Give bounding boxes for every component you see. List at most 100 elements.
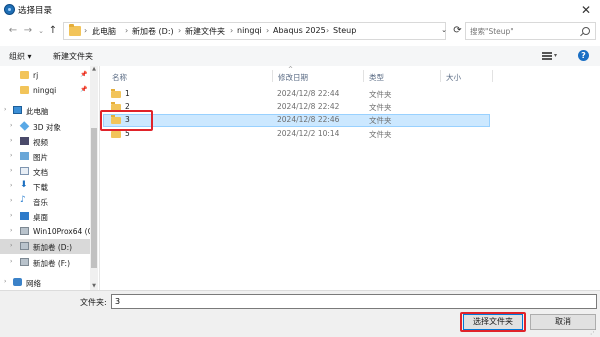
- list-item[interactable]: 1 2024/12/8 22:44 文件夹: [103, 88, 490, 101]
- view-options-icon[interactable]: [542, 52, 552, 60]
- title-bar: 选择目录 ✕: [0, 0, 600, 20]
- expand-chevron-icon[interactable]: ›: [4, 106, 6, 113]
- sidebar-scroll-thumb[interactable]: [91, 128, 97, 268]
- folder-name-field[interactable]: [111, 294, 597, 309]
- sidebar-item-downloads[interactable]: › ⬇ 下载: [0, 179, 96, 194]
- sidebar-item-label: 网络: [26, 279, 41, 288]
- list-item-selected[interactable]: 3 2024/12/8 22:46 文件夹: [103, 114, 490, 127]
- sidebar-item-pictures[interactable]: › 图片: [0, 149, 96, 164]
- sidebar-item-label: 音乐: [33, 198, 48, 207]
- up-button[interactable]: ↑: [46, 24, 60, 38]
- address-bar[interactable]: › 此电脑 › 新加卷 (D:) › 新建文件夹 › ningqi › Abaq…: [63, 22, 446, 40]
- sidebar-item-label: 新加卷 (D:): [33, 243, 73, 252]
- sidebar-item-drive-d[interactable]: › 新加卷 (D:): [0, 239, 96, 254]
- column-header-date[interactable]: 修改日期: [278, 72, 308, 83]
- search-input[interactable]: [470, 25, 574, 38]
- breadcrumb-this-pc[interactable]: 此电脑: [92, 26, 116, 37]
- folder-icon: [111, 129, 121, 138]
- address-dropdown-button[interactable]: ⌄: [439, 24, 449, 36]
- music-icon: ♪: [20, 195, 26, 205]
- sidebar-item-network[interactable]: › 网络: [0, 275, 96, 290]
- breadcrumb-drive-d[interactable]: 新加卷 (D:): [132, 26, 174, 37]
- search-box[interactable]: [465, 22, 596, 40]
- breadcrumb-separator: ›: [266, 26, 270, 35]
- annotation-highlight-box: [460, 312, 526, 332]
- sidebar-item-label: ningqi: [33, 86, 57, 95]
- sidebar-item-label: 桌面: [33, 213, 48, 222]
- file-date: 2024/12/8 22:42: [277, 102, 340, 111]
- new-folder-button[interactable]: 新建文件夹: [53, 51, 93, 62]
- sidebar-item-drive-c[interactable]: › Win10Prox64 (C: [0, 224, 96, 239]
- refresh-button[interactable]: ⟳: [450, 22, 465, 40]
- sidebar-item-label: Win10Prox64 (C: [33, 227, 93, 236]
- sidebar-item-label: 文档: [33, 168, 48, 177]
- organize-button[interactable]: 组织 ▾: [9, 51, 32, 62]
- column-divider[interactable]: [363, 70, 364, 82]
- sidebar-item-label: rj: [33, 71, 39, 80]
- resize-grip-icon[interactable]: ⋰: [590, 328, 597, 336]
- column-divider[interactable]: [272, 70, 273, 82]
- column-divider[interactable]: [492, 70, 493, 82]
- back-button[interactable]: ←: [6, 24, 20, 38]
- folder-icon: [20, 86, 29, 94]
- scroll-down-icon[interactable]: ▼: [90, 283, 98, 289]
- expand-chevron-icon[interactable]: ›: [10, 227, 12, 234]
- sidebar-item-rj[interactable]: rj 📌: [0, 68, 96, 83]
- sidebar-item-this-pc[interactable]: › 此电脑: [0, 103, 96, 118]
- computer-icon: [13, 106, 22, 114]
- close-button[interactable]: ✕: [576, 2, 596, 18]
- sidebar-item-drive-f[interactable]: › 新加卷 (F:): [0, 255, 96, 270]
- breadcrumb-separator: ›: [84, 26, 88, 35]
- expand-chevron-icon[interactable]: ›: [10, 152, 12, 159]
- sidebar-item-desktop[interactable]: › 桌面: [0, 209, 96, 224]
- scroll-up-icon[interactable]: ▲: [90, 66, 98, 72]
- breadcrumb-steup[interactable]: Steup: [333, 26, 356, 35]
- annotation-highlight-box: [100, 110, 153, 131]
- documents-icon: [20, 167, 29, 175]
- drive-icon: [20, 242, 29, 250]
- sidebar-item-3d-objects[interactable]: › 3D 对象: [0, 119, 96, 134]
- sidebar-item-videos[interactable]: › 视频: [0, 134, 96, 149]
- column-header-size[interactable]: 大小: [446, 72, 461, 83]
- expand-chevron-icon[interactable]: ›: [10, 167, 12, 174]
- column-header-type[interactable]: 类型: [369, 72, 384, 83]
- file-date: 2024/12/8 22:46: [277, 115, 340, 124]
- expand-chevron-icon[interactable]: ›: [10, 137, 12, 144]
- column-header-name[interactable]: 名称: [112, 72, 127, 83]
- file-type: 文件夹: [369, 116, 392, 125]
- expand-chevron-icon[interactable]: ›: [10, 122, 12, 129]
- breadcrumb-new-folder[interactable]: 新建文件夹: [185, 26, 225, 37]
- column-divider[interactable]: [440, 70, 441, 82]
- file-type: 文件夹: [369, 103, 392, 112]
- expand-chevron-icon[interactable]: ›: [10, 212, 12, 219]
- breadcrumb-separator: ›: [178, 26, 182, 35]
- breadcrumb-separator: ›: [230, 26, 234, 35]
- sidebar-item-music[interactable]: › ♪ 音乐: [0, 194, 96, 209]
- sidebar-item-documents[interactable]: › 文档: [0, 164, 96, 179]
- pin-icon: 📌: [80, 71, 88, 78]
- help-icon[interactable]: ?: [578, 50, 589, 61]
- sidebar-item-ningqi[interactable]: ningqi 📌: [0, 83, 96, 98]
- view-dropdown-button[interactable]: ▾: [554, 52, 557, 59]
- file-date: 2024/12/8 22:44: [277, 89, 340, 98]
- expand-chevron-icon[interactable]: ›: [10, 242, 12, 249]
- download-icon: ⬇: [20, 180, 28, 190]
- expand-chevron-icon[interactable]: ›: [4, 278, 6, 285]
- expand-chevron-icon[interactable]: ›: [10, 258, 12, 265]
- search-icon[interactable]: [582, 27, 590, 35]
- cancel-button[interactable]: 取消: [530, 314, 596, 330]
- list-item[interactable]: 2 2024/12/8 22:42 文件夹: [103, 101, 490, 114]
- file-type: 文件夹: [369, 130, 392, 139]
- 3d-objects-icon: [19, 121, 30, 131]
- desktop-icon: [20, 212, 29, 220]
- expand-chevron-icon[interactable]: ›: [10, 182, 12, 189]
- expand-chevron-icon[interactable]: ›: [10, 197, 12, 204]
- sidebar-item-label: 3D 对象: [33, 123, 61, 132]
- sidebar-item-label: 下载: [33, 183, 48, 192]
- forward-button[interactable]: →: [21, 24, 35, 38]
- sidebar-item-label: 新加卷 (F:): [33, 259, 70, 268]
- breadcrumb-separator: ›: [326, 26, 330, 35]
- breadcrumb-abaqus[interactable]: Abaqus 2025: [273, 26, 326, 35]
- breadcrumb-ningqi[interactable]: ningqi: [237, 26, 262, 35]
- list-item[interactable]: 5 2024/12/2 10:14 文件夹: [103, 128, 490, 141]
